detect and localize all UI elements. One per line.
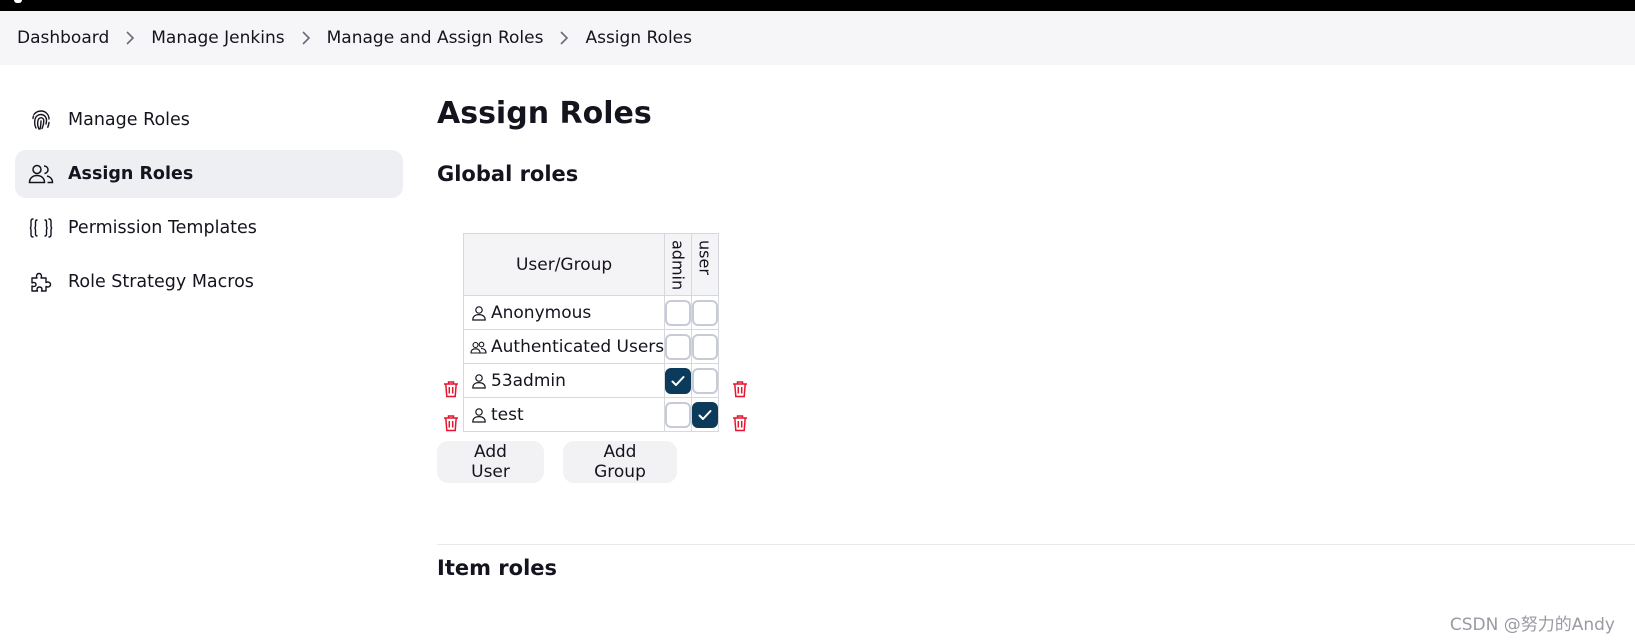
user-group-column-header: User/Group <box>462 232 666 297</box>
table-row: 53admin <box>462 363 720 399</box>
table-row: Authenticated Users <box>462 329 720 365</box>
row-name-cell: Anonymous <box>462 295 666 331</box>
chevron-right-icon <box>285 28 327 48</box>
jenkins-logo-icon[interactable] <box>14 0 22 3</box>
row-name-cell: 53admin <box>462 363 666 399</box>
trash-icon[interactable] <box>442 413 460 433</box>
global-roles-table: User/Group admin user Anonymous Authenti… <box>462 232 720 433</box>
add-group-button[interactable]: Add Group <box>563 441 677 483</box>
chevron-right-icon <box>543 28 585 48</box>
checkbox-test-admin[interactable] <box>665 401 692 428</box>
row-name-cell: test <box>462 397 666 433</box>
trash-icon[interactable] <box>731 379 749 399</box>
sidebar: Manage Roles Assign Roles Permission Tem… <box>15 96 403 312</box>
role-column-header-user: user <box>691 232 720 297</box>
group-icon <box>470 338 487 355</box>
user-icon <box>470 406 487 423</box>
checkmark-icon <box>698 409 712 420</box>
users-icon <box>28 161 54 187</box>
chevron-right-icon <box>109 28 151 48</box>
checkbox-53admin-user[interactable] <box>692 367 719 394</box>
checkmark-icon <box>671 375 685 386</box>
sidebar-item-label: Role Strategy Macros <box>68 272 254 292</box>
sidebar-item-label: Assign Roles <box>68 164 194 184</box>
sidebar-item-label: Manage Roles <box>68 110 190 130</box>
checkbox-53admin-admin[interactable] <box>665 367 692 394</box>
trash-icon[interactable] <box>442 379 460 399</box>
user-icon <box>470 372 487 389</box>
sidebar-item-permission-templates[interactable]: Permission Templates <box>15 204 403 252</box>
puzzle-icon <box>28 269 54 295</box>
checkbox-authenticated-admin[interactable] <box>665 333 692 360</box>
breadcrumb-assign-roles[interactable]: Assign Roles <box>585 28 692 48</box>
watermark: CSDN @努力的Andy <box>1449 615 1615 635</box>
add-user-button[interactable]: Add User <box>437 441 544 483</box>
checkbox-authenticated-user[interactable] <box>692 333 719 360</box>
row-name: 53admin <box>491 370 566 391</box>
breadcrumb-manage-and-assign-roles[interactable]: Manage and Assign Roles <box>327 28 544 48</box>
sidebar-item-assign-roles[interactable]: Assign Roles <box>15 150 403 198</box>
section-divider <box>437 544 1635 545</box>
page-title: Assign Roles <box>437 96 652 131</box>
trash-icon[interactable] <box>731 413 749 433</box>
breadcrumb: Dashboard Manage Jenkins Manage and Assi… <box>0 11 1635 65</box>
table-row: test <box>462 397 720 433</box>
breadcrumb-dashboard[interactable]: Dashboard <box>17 28 109 48</box>
sidebar-item-manage-roles[interactable]: Manage Roles <box>15 96 403 144</box>
breadcrumb-manage-jenkins[interactable]: Manage Jenkins <box>151 28 284 48</box>
checkbox-anonymous-user[interactable] <box>692 299 719 326</box>
main-content: Assign Roles Global roles User/Group adm… <box>437 92 1635 580</box>
table-row: Anonymous <box>462 295 720 331</box>
role-column-header-admin: admin <box>664 232 693 297</box>
item-roles-title: Item roles <box>437 556 558 580</box>
top-header-bar <box>0 0 1635 11</box>
global-roles-title: Global roles <box>437 162 579 186</box>
fingerprint-icon <box>28 107 54 133</box>
sidebar-item-label: Permission Templates <box>68 218 257 238</box>
row-name: Anonymous <box>491 302 592 323</box>
braces-icon <box>28 215 54 241</box>
checkbox-test-user[interactable] <box>692 401 719 428</box>
user-icon <box>470 304 487 321</box>
row-name: test <box>491 404 524 425</box>
row-name: Authenticated Users <box>491 336 665 357</box>
row-name-cell: Authenticated Users <box>462 329 666 365</box>
sidebar-item-role-strategy-macros[interactable]: Role Strategy Macros <box>15 258 403 306</box>
checkbox-anonymous-admin[interactable] <box>665 299 692 326</box>
